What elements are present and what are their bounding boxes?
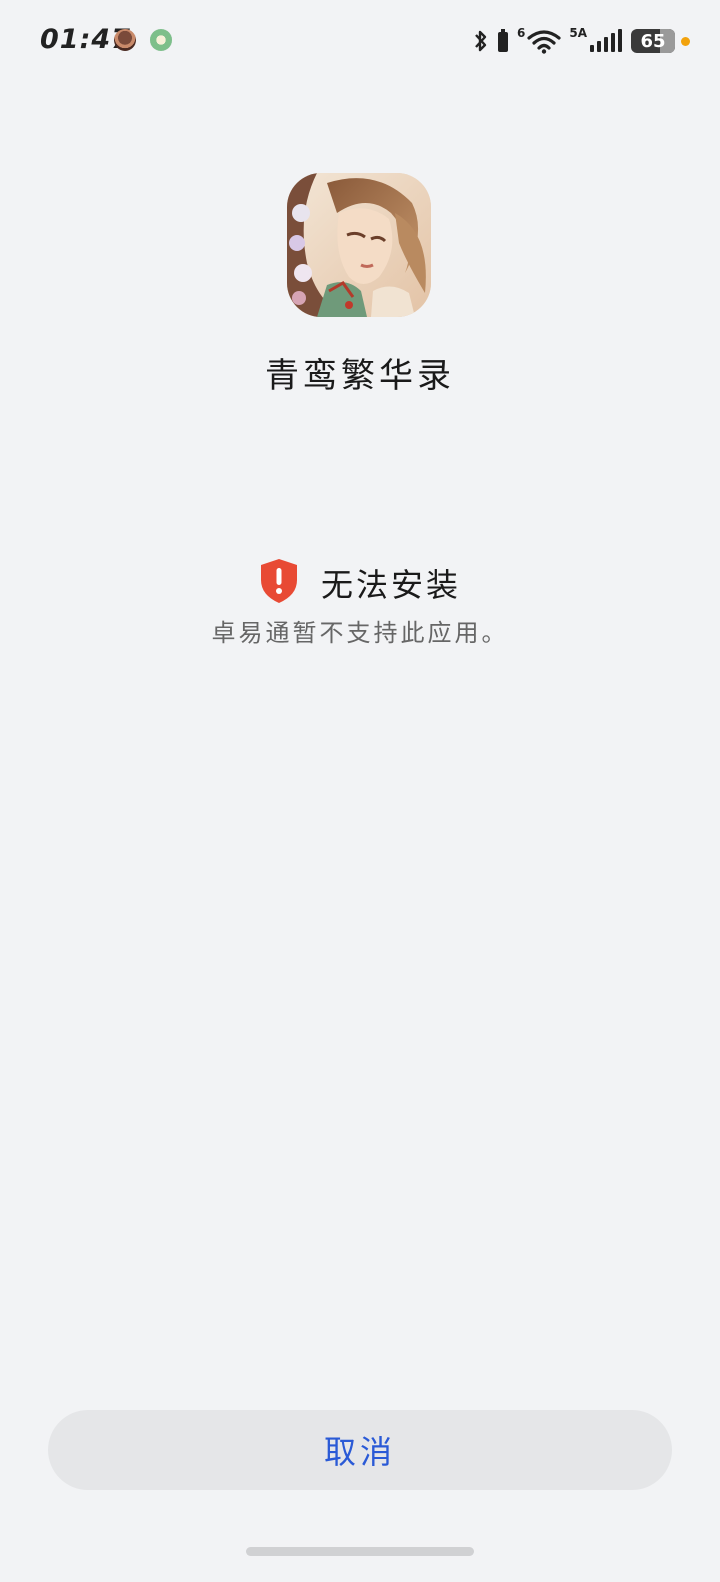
wifi-network-tag: 6 xyxy=(517,26,526,40)
error-title: 无法安装 xyxy=(320,566,461,604)
wifi-icon xyxy=(527,28,561,54)
error-header: 无法安装 xyxy=(0,558,720,608)
battery-saver-icon xyxy=(497,28,509,54)
cell-network-tag: 5A xyxy=(569,26,587,40)
app-name: 青鸾繁华录 xyxy=(265,356,455,396)
status-bar: 01:47 6 5A 65 xyxy=(0,22,720,62)
battery-level: 65 xyxy=(640,30,666,52)
error-description: 卓易通暂不支持此应用。 xyxy=(211,619,509,647)
status-icons: 6 5A 65 xyxy=(473,26,690,56)
food-notification-icon xyxy=(114,29,136,51)
home-indicator[interactable] xyxy=(246,1547,474,1556)
app-icon xyxy=(287,173,431,317)
charging-dot-icon xyxy=(681,36,690,46)
cancel-button[interactable]: 取消 xyxy=(48,1410,672,1490)
battery-indicator: 65 xyxy=(631,29,675,53)
app-icon-portrait xyxy=(287,173,431,317)
app-notification-icon xyxy=(150,29,172,51)
install-failed-screen: 01:47 6 5A 65 青鸾繁华录 无法安装 卓易通暂不支持此应用。 取消 xyxy=(0,0,720,1582)
shield-alert-icon xyxy=(259,558,299,608)
signal-icon xyxy=(589,28,623,54)
bluetooth-icon xyxy=(473,28,489,54)
